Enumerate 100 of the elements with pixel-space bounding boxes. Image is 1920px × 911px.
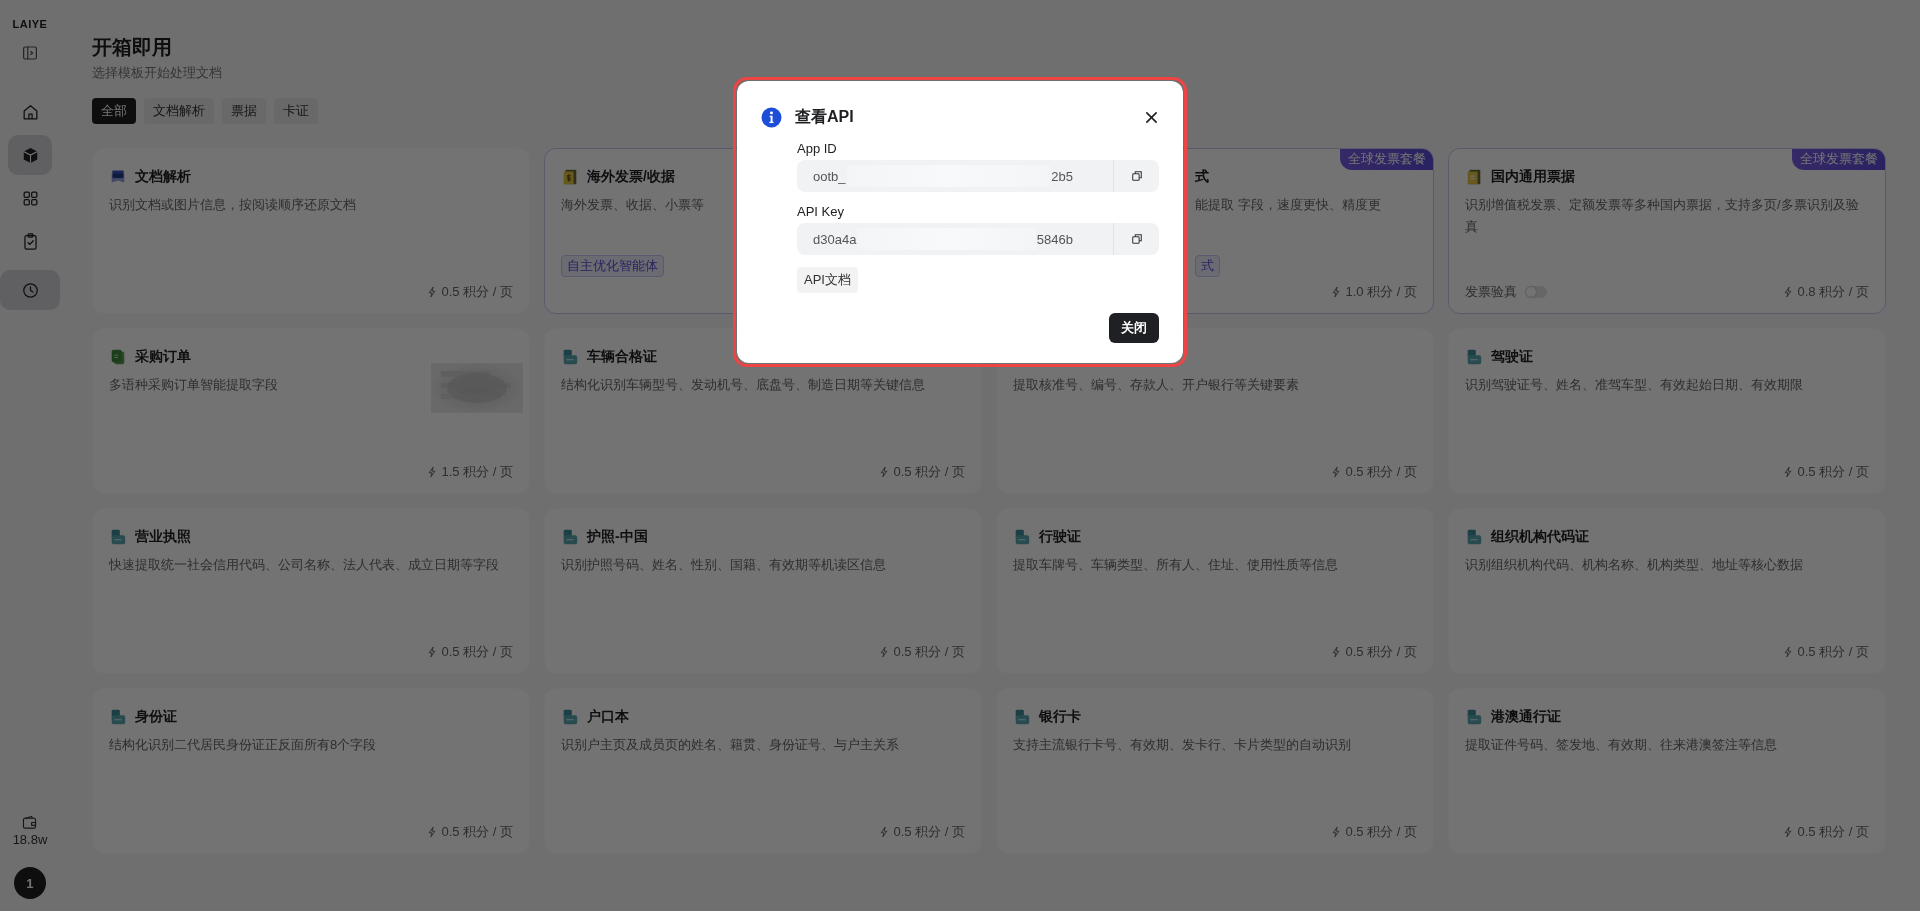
- card-title: 组织机构代码证: [1491, 528, 1589, 546]
- copy-icon: [1130, 233, 1143, 245]
- lightning-icon: [427, 826, 438, 838]
- lightning-icon: [879, 646, 890, 658]
- template-card[interactable]: 采购订单 多语种采购订单智能提取字段 1.5 积分 / 页: [92, 328, 530, 494]
- template-card[interactable]: 文档解析 识别文档或图片信息，按阅读顺序还原文档 0.5 积分 / 页: [92, 148, 530, 314]
- plan-badge: 全球发票套餐: [1792, 149, 1885, 170]
- id-card-icon: [561, 348, 579, 366]
- card-title: 身份证: [135, 708, 177, 726]
- close-icon: [1144, 110, 1158, 124]
- field-value: 2b5: [1051, 168, 1073, 184]
- card-description: 提取核准号、编号、存款人、开户银行等关键要素: [1013, 376, 1299, 394]
- document-stack-icon: [109, 348, 127, 366]
- lightning-icon: [1783, 286, 1794, 298]
- card-description: 识别组织机构代码、机构名称、机构类型、地址等核心数据: [1465, 556, 1803, 574]
- invoice-icon: [561, 168, 579, 186]
- template-card[interactable]: 全球发票套餐 国内通用票据 识别增值税发票、定额发票等多种国内票据，支持多页/多票识别及验真 发票验真 0.8 积分 / 页: [1448, 148, 1886, 314]
- card-description: 识别护照号码、姓名、性别、国籍、有效期等机读区信息: [561, 556, 886, 574]
- id-card-icon: [1465, 348, 1483, 366]
- user-avatar[interactable]: 1: [14, 867, 46, 899]
- template-card[interactable]: 身份证 结构化识别二代居民身份证正反面所有8个字段 0.5 积分 / 页: [92, 688, 530, 854]
- price-text: 0.8 积分 / 页: [1797, 283, 1869, 301]
- lightning-icon: [1783, 646, 1794, 658]
- card-description: 识别驾驶证号、姓名、准驾车型、有效起始日期、有效期限: [1465, 376, 1803, 394]
- card-title: 银行卡: [1039, 708, 1081, 726]
- card-title: 国内通用票据: [1491, 168, 1575, 186]
- sidebar-toggle-icon[interactable]: [21, 44, 39, 62]
- filter-tab[interactable]: 卡证: [274, 98, 318, 124]
- id-card-icon: [1013, 528, 1031, 546]
- card-title: 港澳通行证: [1491, 708, 1561, 726]
- card-title: 营业执照: [135, 528, 191, 546]
- lightning-icon: [427, 646, 438, 658]
- wallet-icon: [21, 814, 39, 831]
- filter-tab[interactable]: 文档解析: [144, 98, 214, 124]
- lightning-icon: [879, 826, 890, 838]
- field-label: App ID: [797, 141, 838, 156]
- card-title: 采购订单: [135, 348, 191, 366]
- logo: LAIYE: [12, 18, 48, 30]
- lightning-icon: [427, 286, 438, 298]
- template-card[interactable]: 组织机构代码证 识别组织机构代码、机构名称、机构类型、地址等核心数据 0.5 积分 / 页: [1448, 508, 1886, 674]
- price-text: 0.5 积分 / 页: [1345, 823, 1417, 841]
- price-text: 0.5 积分 / 页: [1797, 463, 1869, 481]
- close-button[interactable]: 关闭: [1109, 313, 1159, 343]
- card-description: 多语种采购订单智能提取字段: [109, 376, 278, 394]
- price-text: 0.5 积分 / 页: [441, 823, 513, 841]
- card-title: 车辆合格证: [587, 348, 657, 366]
- lightning-icon: [1783, 466, 1794, 478]
- template-card[interactable]: 驾驶证 识别驾驶证号、姓名、准驾车型、有效起始日期、有效期限 0.5 积分 / 页: [1448, 328, 1886, 494]
- price-text: 1.0 积分 / 页: [1345, 283, 1417, 301]
- field-value: ootb_: [813, 168, 846, 184]
- lightning-icon: [1331, 826, 1342, 838]
- lightning-icon: [1331, 646, 1342, 658]
- toggle-label: 发票验真: [1465, 283, 1517, 301]
- copy-icon: [1130, 170, 1143, 182]
- plan-badge: 全球发票套餐: [1340, 149, 1433, 170]
- id-card-icon: [1013, 708, 1031, 726]
- price-text: 0.5 积分 / 页: [893, 463, 965, 481]
- price-text: 0.5 积分 / 页: [1797, 823, 1869, 841]
- api-docs-button[interactable]: API文档: [797, 267, 858, 293]
- card-title: 海外发票/收据: [587, 168, 675, 186]
- id-card-icon: [1465, 528, 1483, 546]
- template-card[interactable]: 行驶证 提取车牌号、车辆类型、所有人、住址、使用性质等信息 0.5 积分 / 页: [996, 508, 1434, 674]
- template-card[interactable]: 港澳通行证 提取证件号码、签发地、有效期、往来港澳签注等信息 0.5 积分 / 页: [1448, 688, 1886, 854]
- lightning-icon: [879, 466, 890, 478]
- feature-tag: 自主优化智能体: [561, 255, 664, 277]
- card-title: 文档解析: [135, 168, 191, 186]
- field-label: API Key: [797, 204, 845, 219]
- id-card-icon: [561, 528, 579, 546]
- card-description: 识别户主页及成员页的姓名、籍贯、身份证号、与户主关系: [561, 736, 899, 754]
- id-card-icon: [109, 708, 127, 726]
- template-card[interactable]: 银行卡 支持主流银行卡号、有效期、发卡行、卡片类型的自动识别 0.5 积分 / 页: [996, 688, 1434, 854]
- id-card-icon: [1465, 708, 1483, 726]
- dialog-title: 查看API: [795, 106, 854, 127]
- filter-tab[interactable]: 全部: [92, 98, 136, 124]
- id-card-icon: [561, 708, 579, 726]
- credits-amount: 18.8w: [12, 832, 48, 847]
- field-value: 5846b: [1036, 231, 1073, 247]
- price-text: 1.5 积分 / 页: [441, 463, 513, 481]
- nav-button[interactable]: [8, 135, 52, 175]
- card-description: 提取车牌号、车辆类型、所有人、住址、使用性质等信息: [1013, 556, 1338, 574]
- template-card[interactable]: 户口本 识别户主页及成员页的姓名、籍贯、身份证号、与户主关系 0.5 积分 / 页: [544, 688, 982, 854]
- price-text: 0.5 积分 / 页: [1345, 643, 1417, 661]
- page-title: 开箱即用: [92, 35, 173, 60]
- receipt-icon: [1465, 168, 1483, 186]
- price-text: 0.5 积分 / 页: [893, 643, 965, 661]
- lightning-icon: [1783, 826, 1794, 838]
- template-card[interactable]: 护照-中国 识别护照号码、姓名、性别、国籍、有效期等机读区信息 0.5 积分 / 页: [544, 508, 982, 674]
- lightning-icon: [427, 466, 438, 478]
- key-field[interactable]: d30a4a 5846b: [797, 223, 1159, 255]
- filter-tab[interactable]: 票据: [222, 98, 266, 124]
- price-text: 0.5 积分 / 页: [1345, 463, 1417, 481]
- key-field[interactable]: ootb_ 2b5: [797, 160, 1159, 192]
- card-title: 护照-中国: [587, 528, 648, 546]
- card-description: 支持主流银行卡号、有效期、发卡行、卡片类型的自动识别: [1013, 736, 1351, 754]
- price-text: 0.5 积分 / 页: [893, 823, 965, 841]
- card-description: 海外发票、收据、小票等: [561, 196, 704, 214]
- id-card-icon: [109, 528, 127, 546]
- card-title: 行驶证: [1039, 528, 1081, 546]
- close-button[interactable]: [1143, 109, 1159, 125]
- nav-button[interactable]: [0, 270, 60, 310]
